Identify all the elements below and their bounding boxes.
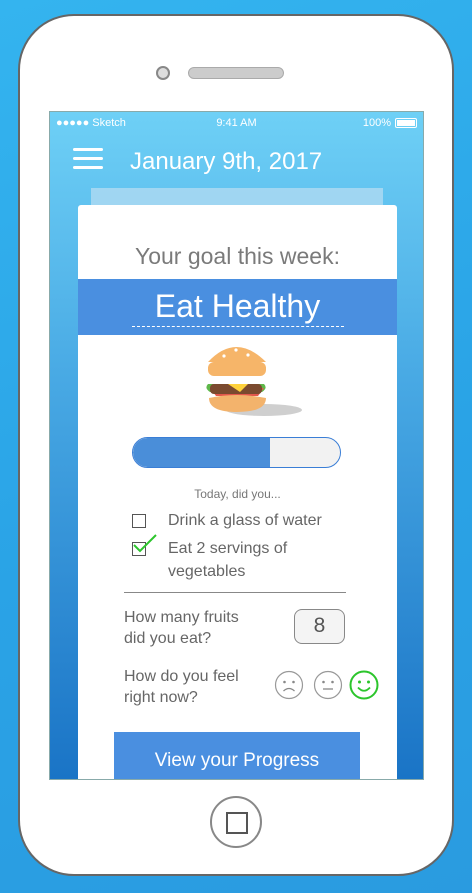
fruits-question: How many fruits did you eat? (124, 609, 239, 647)
goal-banner: Eat Healthy (78, 279, 397, 335)
checkbox-vegetables[interactable] (132, 534, 157, 556)
goal-card: Your goal this week: Eat Healthy Today, … (78, 205, 397, 779)
checkbox-water[interactable] (132, 514, 146, 528)
hamburger-icon[interactable] (73, 148, 103, 170)
goal-title[interactable]: Eat Healthy (78, 288, 397, 325)
camera-icon (156, 66, 170, 80)
checklist-item-vegetables[interactable]: Eat 2 servings of vegetables (132, 534, 288, 583)
goal-progress-fill (133, 438, 270, 467)
happy-face-icon[interactable] (349, 670, 379, 700)
home-square-icon (226, 812, 248, 834)
battery-percent: 100% (362, 117, 391, 129)
goal-label: Your goal this week: (134, 243, 340, 269)
goal-title-underline (132, 326, 344, 327)
neutral-face-icon[interactable] (313, 670, 343, 700)
sad-face-icon[interactable] (274, 670, 304, 700)
view-progress-button[interactable]: View your Progress (114, 732, 360, 779)
goal-progress-bar (132, 437, 341, 468)
checklist-item-label: Eat 2 servings of vegetables (168, 540, 288, 580)
checkmark-icon (133, 534, 157, 553)
burger-icon (206, 347, 302, 416)
checklist-item-water[interactable]: Drink a glass of water (132, 509, 322, 532)
battery-status: 100% (363, 117, 417, 129)
checklist-item-label: Drink a glass of water (168, 512, 322, 529)
checklist-prompt: Today, did you... (194, 487, 281, 501)
page-title: January 9th, 2017 (130, 148, 323, 175)
status-bar: ●●●●● Sketch 9:41 AM 100% (50, 112, 423, 134)
app-screen: ●●●●● Sketch 9:41 AM 100% January 9th, 2… (49, 111, 424, 780)
divider (124, 592, 346, 593)
home-button[interactable] (210, 796, 262, 848)
battery-icon (395, 118, 417, 128)
speaker-grille (188, 67, 284, 79)
fruits-count-input[interactable]: 8 (294, 609, 345, 644)
mood-question: How do you feel right now? (124, 668, 239, 706)
